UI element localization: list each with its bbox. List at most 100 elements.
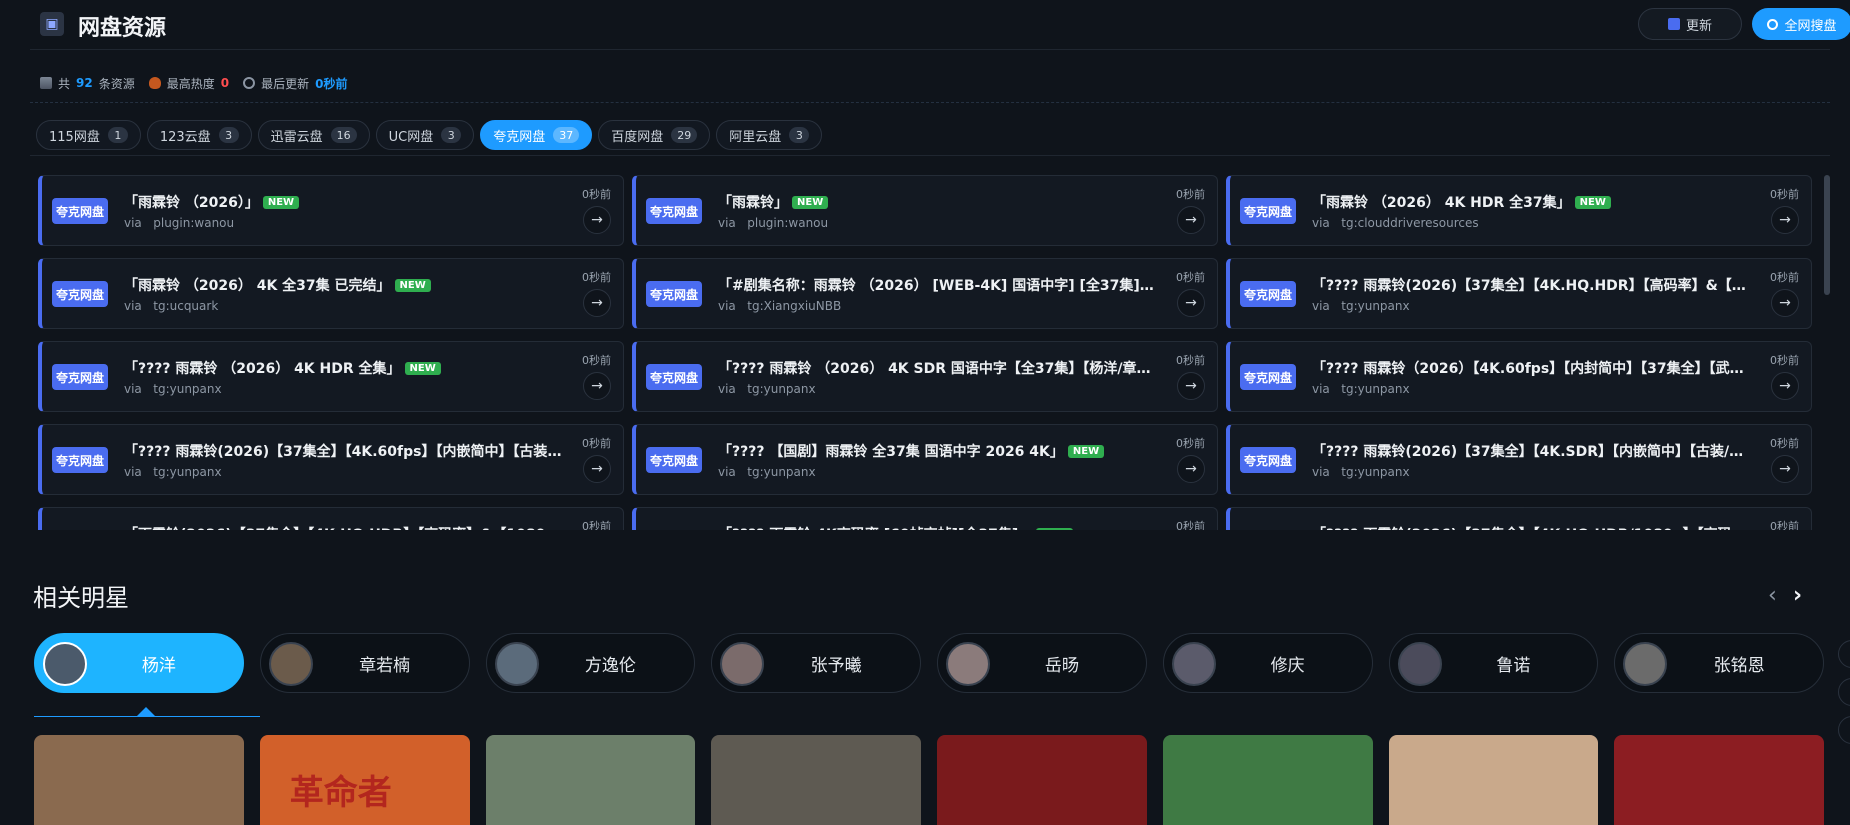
resource-time: 0秒前: [1770, 520, 1799, 530]
tab-drive[interactable]: 迅雷云盘 16: [257, 120, 370, 150]
side-button[interactable]: [1838, 716, 1850, 744]
arrow-right-icon[interactable]: →: [1177, 372, 1205, 400]
resource-card[interactable]: 夸克网盘「???? 雨霖铃(2026)【37集全】【4K.HQ.HDR/1080…: [1226, 507, 1812, 530]
tab-count: 3: [789, 127, 810, 143]
resource-time: 0秒前: [1176, 188, 1205, 201]
poster-card[interactable]: [1162, 735, 1373, 825]
poster-card[interactable]: [937, 735, 1147, 825]
poster-card[interactable]: [1388, 735, 1599, 825]
star-chip[interactable]: 杨洋: [34, 633, 244, 693]
poster-card[interactable]: 革命者: [259, 735, 470, 825]
resource-card[interactable]: 夸克网盘「???? 雨霖铃 4K高码率 [60帧高帧][全37集]」NEWvia…: [632, 507, 1218, 530]
chevron-right-icon[interactable]: ›: [1793, 583, 1813, 608]
new-badge: NEW: [262, 196, 300, 209]
resource-title-text: 「???? 雨霖铃 4K高码率 [60帧高帧][全37集]」: [718, 527, 1032, 530]
resource-grid: 夸克网盘 「雨霖铃 （2026）」 NEW via plugin:wanou 0秒前 → 夸…: [38, 175, 1830, 530]
resource-list[interactable]: 夸克网盘 「雨霖铃 （2026）」 NEW via plugin:wanou 0秒前 → 夸…: [38, 175, 1830, 530]
resource-card[interactable]: 夸克网盘 「雨霖铃 （2026） 4K HDR 全37集」 NEW via tg:cl…: [1226, 175, 1812, 246]
star-chip[interactable]: 张铭恩: [1614, 633, 1824, 693]
arrow-right-icon[interactable]: →: [583, 455, 611, 483]
chart-icon: [40, 77, 52, 89]
resource-title-text: 「???? 雨霖铃(2026)【37集全】【4K.HQ.HDR】【高码率】&【1…: [1312, 278, 1752, 294]
resource-title-text: 「雨霖铃 （2026） 4K 全37集 已完结」: [124, 278, 391, 294]
via-label: via: [124, 216, 142, 230]
tab-drive[interactable]: 百度网盘 29: [598, 120, 711, 150]
tab-count: 29: [671, 127, 698, 143]
stars-row: 杨洋 章若楠 方逸伦 张予曦 岳旸 修庆 鲁诺 张铭恩: [34, 633, 1824, 693]
arrow-right-icon[interactable]: →: [1177, 455, 1205, 483]
resource-card[interactable]: 夸克网盘 「???? 雨霖铃 （2026） 4K HDR 全集」 NEW via tg…: [38, 341, 624, 412]
arrow-right-icon[interactable]: →: [1771, 455, 1799, 483]
tab-drive[interactable]: 115网盘 1: [36, 120, 141, 150]
tab-drive[interactable]: UC网盘 3: [375, 120, 475, 150]
tab-drive[interactable]: 夸克网盘 37: [480, 120, 593, 150]
arrow-right-icon[interactable]: →: [583, 289, 611, 317]
arrow-right-icon[interactable]: →: [583, 372, 611, 400]
resource-card[interactable]: 夸克网盘 「???? 雨霖铃(2026)【37集全】【4K.60fps】【内嵌简中…: [38, 424, 624, 495]
via-label: via: [124, 299, 142, 313]
source-name: plugin:wanou: [153, 216, 235, 230]
side-button[interactable]: [1838, 640, 1850, 668]
scrollbar[interactable]: [1824, 175, 1830, 295]
via-label: via: [1312, 299, 1330, 313]
resource-title: 「???? 雨霖铃 （2026） 4K HDR 全集」 NEW: [124, 358, 564, 378]
source-name: tg:yunpanx: [747, 465, 816, 479]
star-chip[interactable]: 鲁诺: [1388, 633, 1599, 693]
resource-card[interactable]: 夸克网盘 「???? 【国剧】雨霖铃 全37集 国语中字 2026 4K」 NEW v…: [632, 424, 1218, 495]
resource-time: 0秒前: [582, 354, 611, 367]
drive-badge: 夸克网盘: [646, 364, 702, 390]
global-search-label: 全网搜盘: [1784, 18, 1837, 34]
total-stat: 共 92 条资源: [40, 75, 135, 92]
side-button[interactable]: [1838, 678, 1850, 706]
poster-card[interactable]: [711, 735, 921, 825]
resource-title: 「#剧集名称：雨霖铃 （2026） [WEB-4K] 国语中字] [全37集] …: [718, 275, 1158, 295]
poster-card[interactable]: [485, 735, 696, 825]
via-label: via: [1312, 216, 1330, 230]
tab-count: 1: [107, 127, 128, 143]
star-name: 张铭恩: [1713, 655, 1765, 676]
resource-time: 0秒前: [1176, 354, 1205, 367]
arrow-right-icon[interactable]: →: [583, 206, 611, 234]
resource-card[interactable]: 夸克网盘 「???? 雨霖铃 （2026） 4K SDR 国语中字【全37集】【杨…: [632, 341, 1218, 412]
tab-drive[interactable]: 阿里云盘 3: [716, 120, 823, 150]
star-chip[interactable]: 岳旸: [937, 633, 1147, 693]
resource-card[interactable]: 夸克网盘 「???? 雨霖铃（2026）【4K.60fps】【内封简中】【37集全…: [1226, 341, 1812, 412]
resource-title-text: 「???? 【国剧】雨霖铃 全37集 国语中字 2026 4K」: [718, 444, 1064, 460]
drive-badge: 夸克网盘: [1240, 198, 1296, 224]
global-search-button[interactable]: 全网搜盘: [1752, 8, 1850, 40]
star-chip[interactable]: 章若楠: [259, 633, 470, 693]
arrow-right-icon[interactable]: →: [1177, 206, 1205, 234]
chevron-left-icon[interactable]: ‹: [1768, 583, 1788, 608]
resource-title: 「雨霖铃」 NEW: [718, 192, 1158, 212]
resource-card[interactable]: 夸克网盘 「#剧集名称：雨霖铃 （2026） [WEB-4K] 国语中字] [全3…: [632, 258, 1218, 329]
poster-card[interactable]: [34, 735, 244, 825]
poster-card[interactable]: [1614, 735, 1824, 825]
resource-source: via tg:yunpanx: [124, 382, 222, 396]
source-name: tg:yunpanx: [1341, 299, 1410, 313]
arrow-right-icon[interactable]: →: [1771, 372, 1799, 400]
resource-title: 「???? 雨霖铃(2026)【37集全】【4K.HQ.HDR/1080p】【高…: [1312, 524, 1752, 530]
star-chip[interactable]: 修庆: [1162, 633, 1373, 693]
resource-card[interactable]: 夸克网盘 「雨霖铃 （2026）」 NEW via plugin:wanou 0秒前 →: [38, 175, 624, 246]
resource-card[interactable]: 夸克网盘 「???? 雨霖铃(2026)【37集全】【4K.SDR】【内嵌简中】【…: [1226, 424, 1812, 495]
tab-label: 阿里云盘: [729, 129, 782, 145]
star-chip[interactable]: 张予曦: [711, 633, 921, 693]
avatar: [268, 642, 313, 686]
resource-title-text: 「雨霖铃 （2026）」: [124, 195, 259, 211]
refresh-button[interactable]: 更新: [1638, 8, 1742, 40]
tab-drive[interactable]: 123云盘 3: [146, 120, 252, 150]
star-chip[interactable]: 方逸伦: [485, 633, 696, 693]
resource-title: 「???? 雨霖铃(2026)【37集全】【4K.HQ.HDR】【高码率】&【1…: [1312, 275, 1752, 295]
new-badge: NEW: [404, 362, 441, 375]
resource-card[interactable]: 夸克网盘 「雨霖铃 （2026） 4K 全37集 已完结」 NEW via tg:uc…: [38, 258, 624, 329]
arrow-right-icon[interactable]: →: [1177, 289, 1205, 317]
resource-title: 「雨霖铃(2026)【37集全】【4K.HQ.HDR】【高码率】&【1080p】…: [124, 524, 564, 530]
resource-title-text: 「雨霖铃」: [718, 195, 788, 211]
resource-card[interactable]: 夸克网盘「雨霖铃(2026)【37集全】【4K.HQ.HDR】【高码率】&【10…: [38, 507, 624, 530]
arrow-right-icon[interactable]: →: [1771, 289, 1799, 317]
source-name: tg:clouddriveresources: [1341, 216, 1479, 230]
resource-card[interactable]: 夸克网盘 「雨霖铃」 NEW via plugin:wanou 0秒前 →: [632, 175, 1218, 246]
source-name: tg:yunpanx: [153, 465, 222, 479]
arrow-right-icon[interactable]: →: [1771, 206, 1799, 234]
resource-card[interactable]: 夸克网盘 「???? 雨霖铃(2026)【37集全】【4K.HQ.HDR】【高码率…: [1226, 258, 1812, 329]
